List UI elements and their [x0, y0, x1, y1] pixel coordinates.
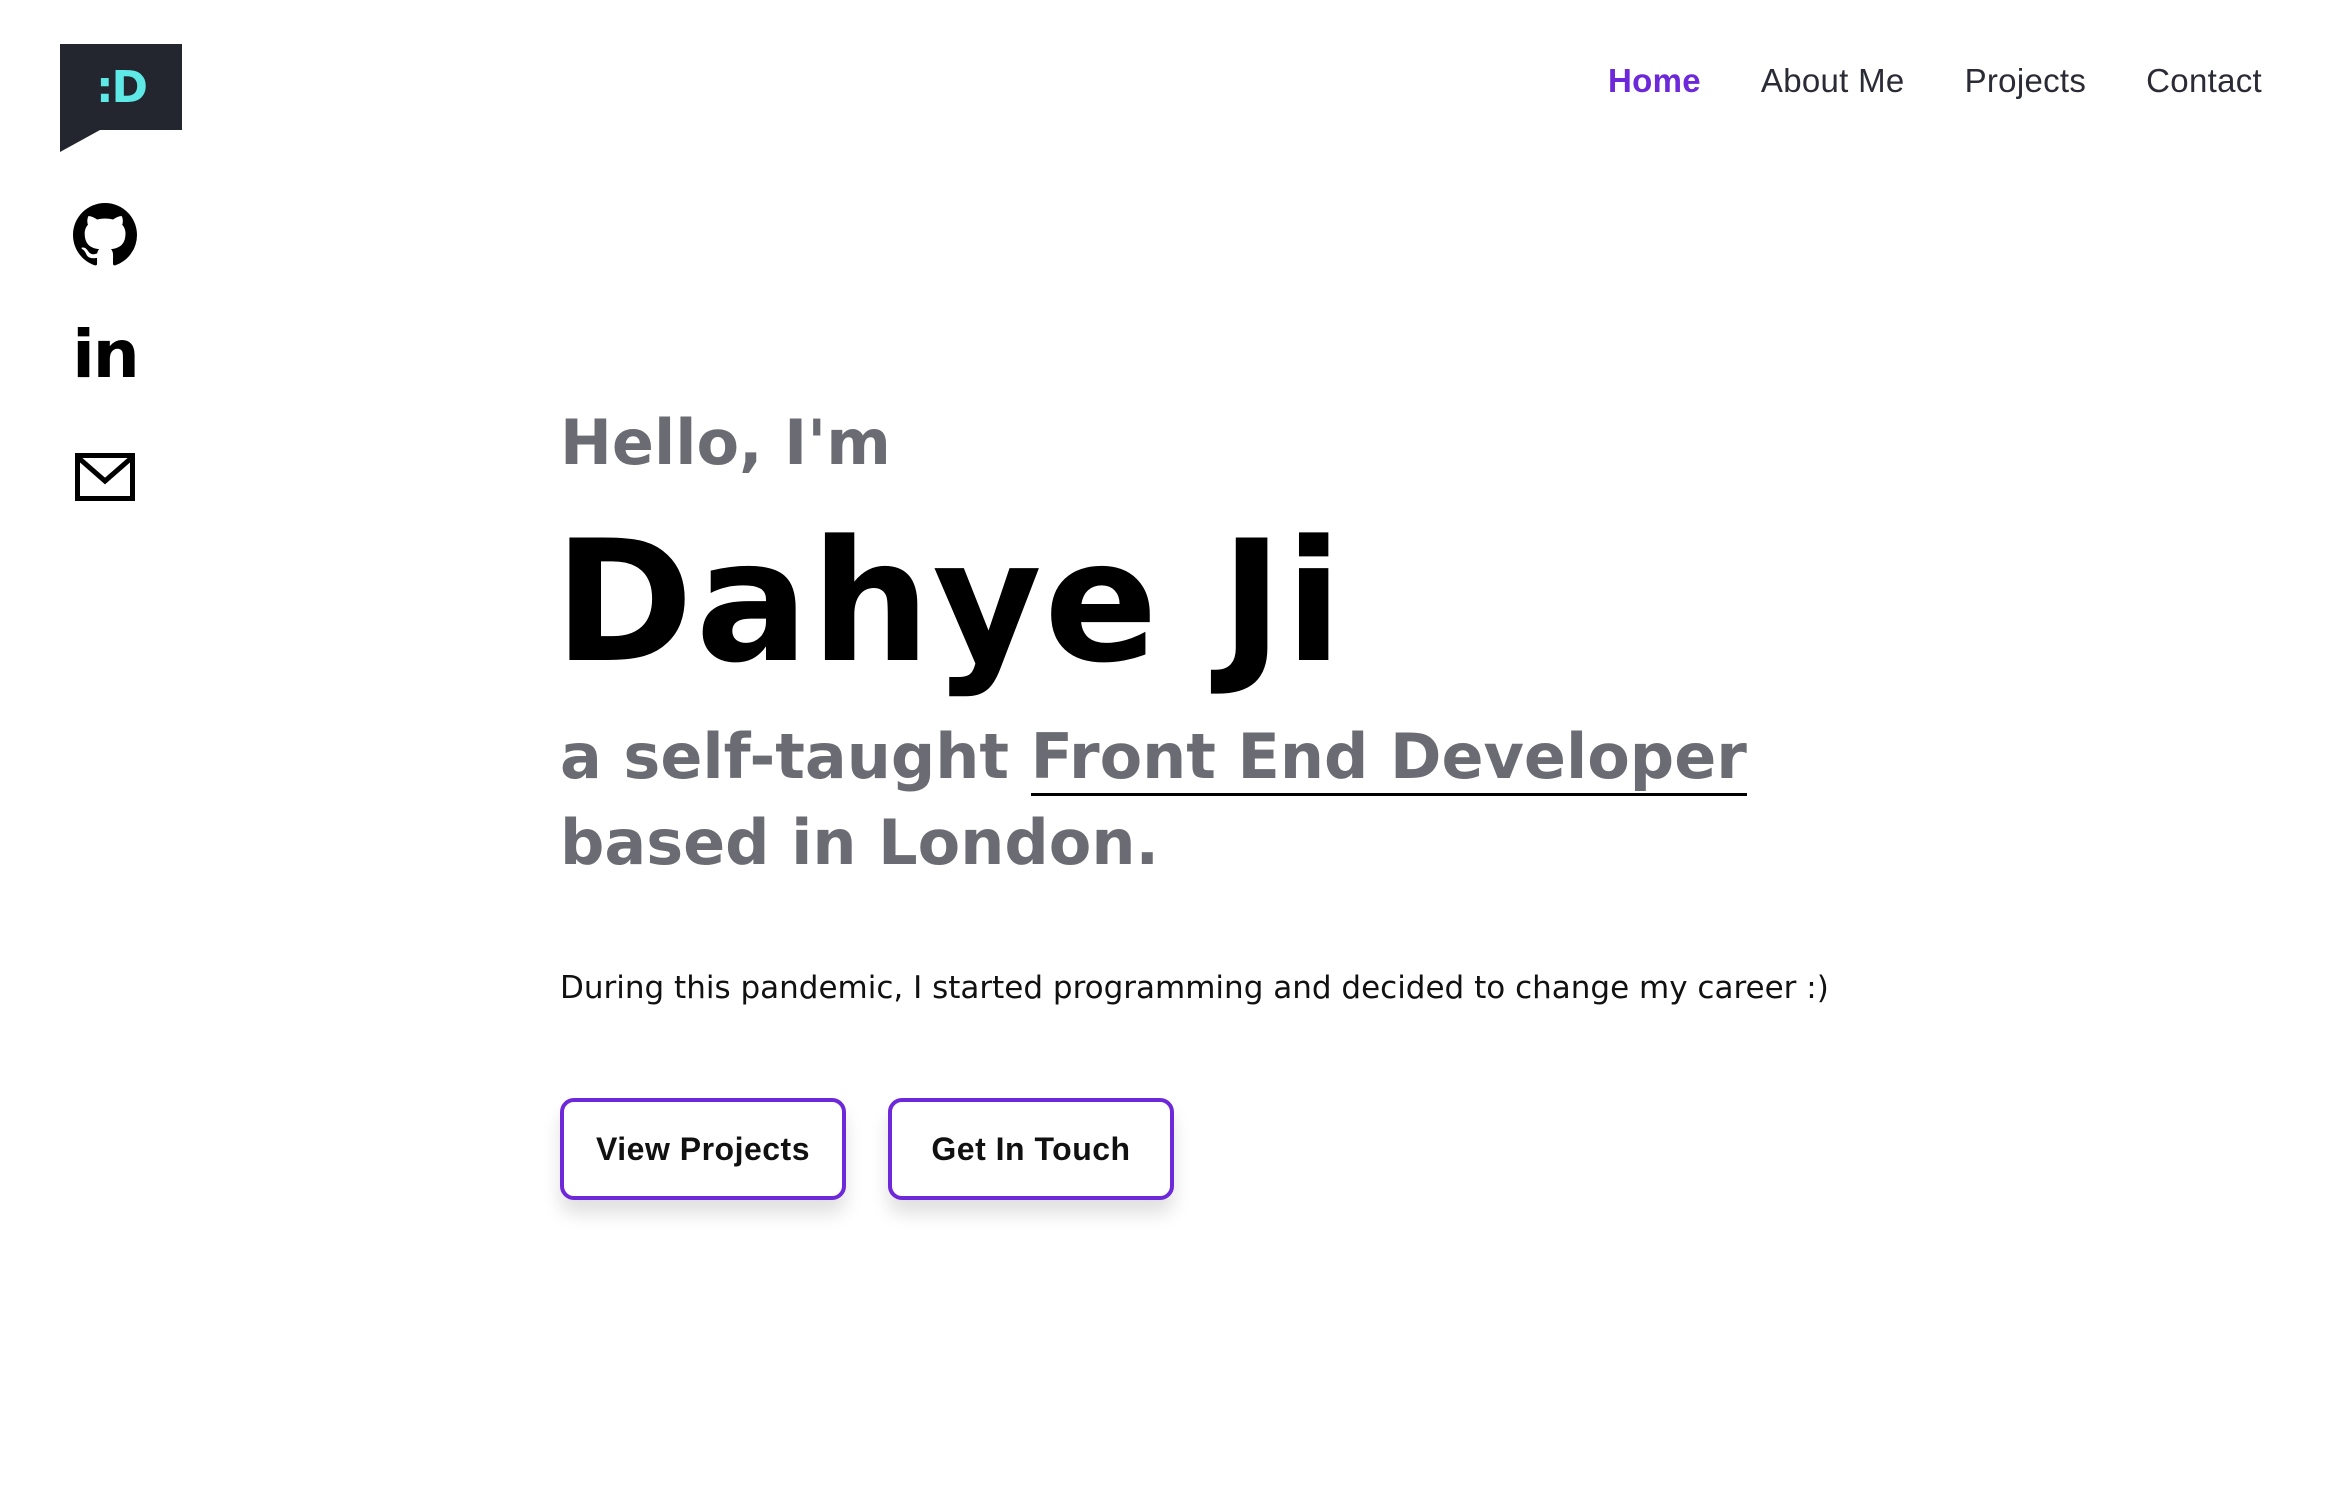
view-projects-button[interactable]: View Projects — [560, 1098, 846, 1200]
tagline-prefix: a self-taught — [560, 720, 1031, 793]
main-nav: Home About Me Projects Contact — [1548, 62, 2262, 100]
logo-text: :D — [95, 61, 148, 113]
nav-item-home[interactable]: Home — [1608, 62, 1701, 100]
hero-name: Dahye Ji — [554, 504, 1345, 700]
site-logo[interactable]: :D — [60, 44, 182, 152]
github-link[interactable] — [70, 200, 140, 270]
tagline-highlight: Front End Developer — [1030, 720, 1747, 796]
nav-item-projects[interactable]: Projects — [1965, 62, 2087, 100]
email-link[interactable] — [70, 442, 140, 512]
get-in-touch-button[interactable]: Get In Touch — [888, 1098, 1174, 1200]
linkedin-icon: in — [72, 316, 140, 393]
github-icon — [73, 203, 137, 266]
hero-intro: During this pandemic, I started programm… — [560, 970, 1829, 1006]
mail-icon — [75, 453, 135, 501]
tagline-suffix: based in London. — [560, 806, 1160, 879]
nav-item-about-me[interactable]: About Me — [1761, 62, 1905, 100]
hero-tagline: a self-taught Front End Developer based i… — [560, 714, 1960, 886]
nav-item-contact[interactable]: Contact — [2146, 62, 2262, 100]
page: :D in Home About Me Projects Contact Hel… — [0, 0, 2340, 1500]
hero-greeting: Hello, I'm — [560, 406, 891, 479]
linkedin-link[interactable]: in — [70, 320, 140, 390]
hero-buttons: View Projects Get In Touch — [560, 1098, 1174, 1200]
